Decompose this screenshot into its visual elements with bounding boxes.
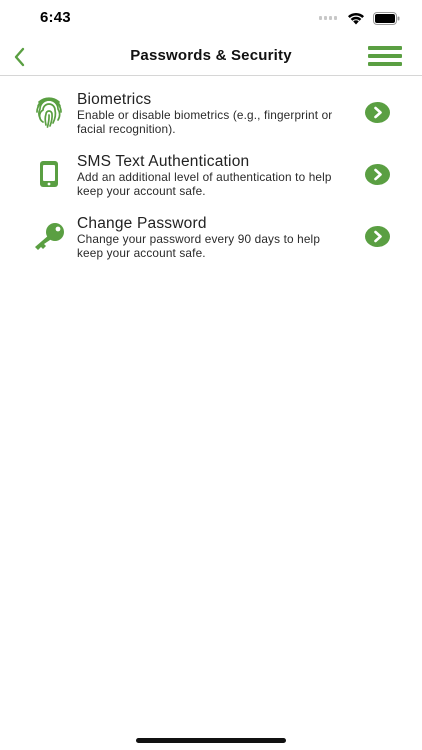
status-bar: 6:43 [0, 0, 422, 38]
menu-button[interactable] [368, 46, 402, 68]
battery-icon [373, 11, 400, 25]
settings-item-biometrics[interactable]: Biometrics Enable or disable biometrics … [0, 90, 422, 152]
settings-item-sms[interactable]: SMS Text Authentication Add an additiona… [0, 152, 422, 214]
menu-bar-icon [368, 46, 402, 50]
item-description: Enable or disable biometrics (e.g., fing… [77, 108, 333, 136]
item-title: Biometrics [77, 91, 152, 108]
phone-icon [32, 157, 66, 191]
item-description: Add an additional level of authenticatio… [77, 170, 332, 198]
key-icon [32, 219, 66, 253]
item-title: Change Password [77, 215, 207, 232]
menu-bar-icon [368, 62, 402, 66]
page-title: Passwords & Security [130, 47, 292, 64]
arrow-right-icon[interactable] [365, 102, 390, 123]
settings-item-change-password[interactable]: Change Password Change your password eve… [0, 214, 422, 276]
fingerprint-icon [32, 95, 66, 129]
arrow-right-icon[interactable] [365, 164, 390, 185]
item-text: Change Password Change your password eve… [77, 214, 347, 260]
signal-icon [319, 16, 337, 20]
item-text: Biometrics Enable or disable biometrics … [77, 90, 347, 136]
menu-bar-icon [368, 54, 402, 58]
status-time: 6:43 [40, 9, 71, 26]
item-description: Change your password every 90 days to he… [77, 232, 321, 260]
arrow-right-icon[interactable] [365, 226, 390, 247]
settings-list: Biometrics Enable or disable biometrics … [0, 90, 422, 276]
home-indicator[interactable] [136, 738, 286, 743]
status-icons [319, 11, 400, 25]
nav-bar: Passwords & Security [0, 38, 422, 76]
wifi-icon [348, 12, 364, 24]
item-title: SMS Text Authentication [77, 153, 250, 170]
screen: 6:43 Passwords & Security Biometrics Ena… [0, 0, 422, 750]
item-text: SMS Text Authentication Add an additiona… [77, 152, 347, 198]
